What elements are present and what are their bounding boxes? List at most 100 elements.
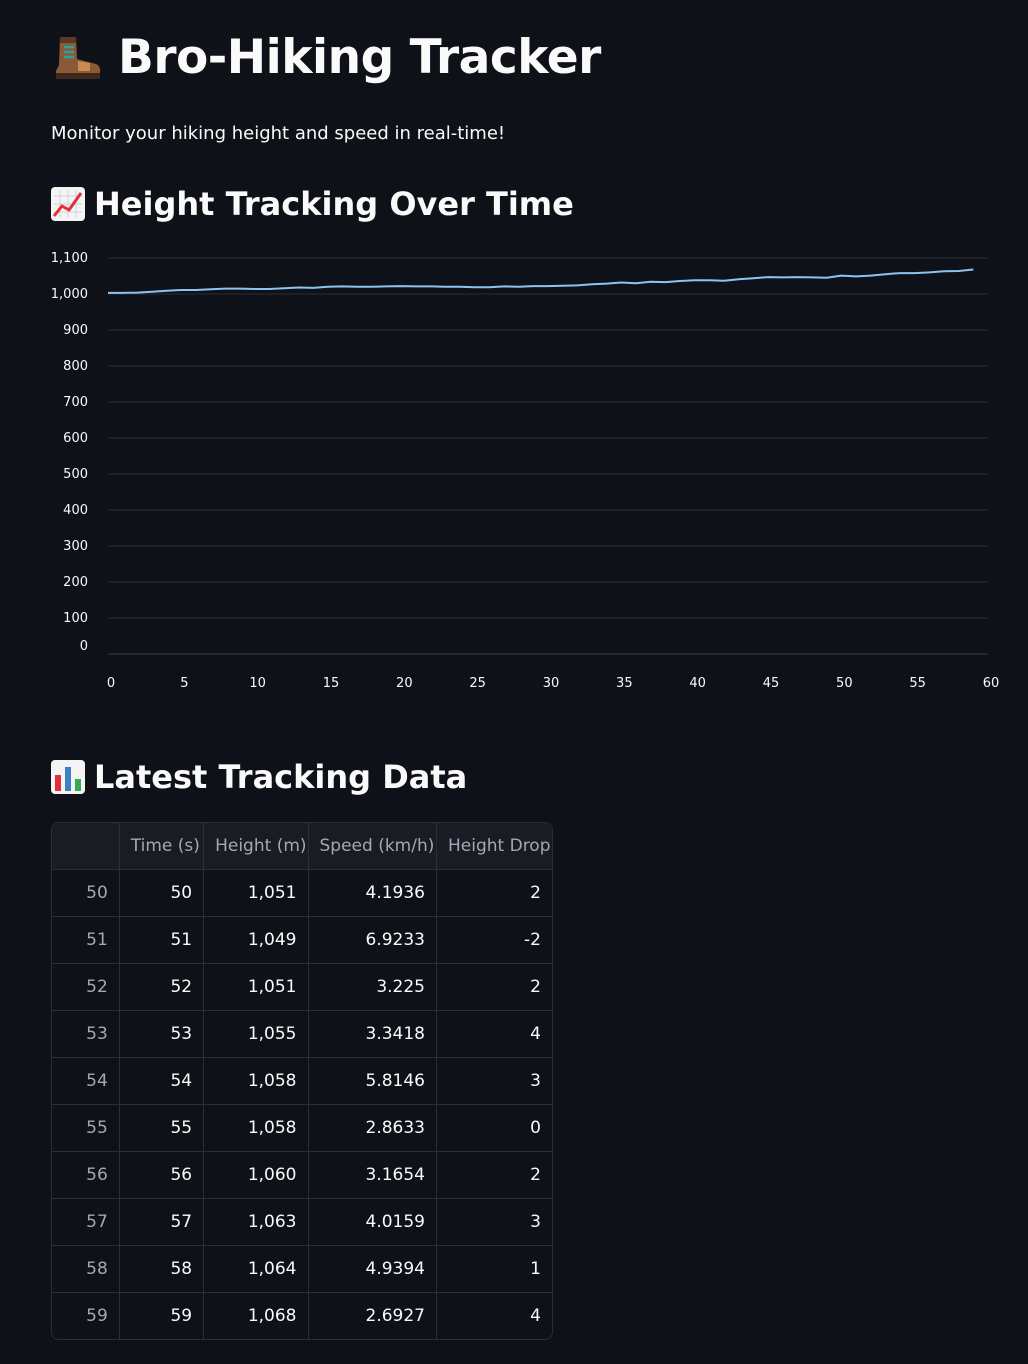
table-cell[interactable]: -2 <box>436 916 552 964</box>
row-index-cell[interactable]: 50 <box>52 869 120 917</box>
table-row: 55 55 1,058 2.8633 0 <box>52 1104 552 1152</box>
row-index-cell[interactable]: 55 <box>52 1104 120 1152</box>
table-cell[interactable]: 3.225 <box>308 963 437 1011</box>
page-subtitle: Monitor your hiking height and speed in … <box>51 123 506 144</box>
table-row: 59 59 1,068 2.6927 4 <box>52 1292 553 1340</box>
table-cell[interactable]: 54 <box>119 1057 205 1105</box>
y-tick-label: 400 <box>63 503 88 518</box>
table-cell[interactable]: 58 <box>119 1245 205 1293</box>
table-cell[interactable]: 1,063 <box>203 1198 309 1246</box>
x-tick-label: 0 <box>107 676 115 691</box>
table-row: 53 53 1,055 3.3418 4 <box>52 1010 552 1058</box>
table-cell[interactable]: 1 <box>436 1245 552 1293</box>
table-cell[interactable]: 1,051 <box>203 963 309 1011</box>
row-index-cell[interactable]: 53 <box>52 1010 120 1058</box>
x-tick-label: 30 <box>543 676 560 691</box>
height-line-chart: 0 100 200 300 400 500 600 700 800 900 1,000 1,100 0 5… <box>51 251 1000 691</box>
table-cell[interactable]: 3 <box>436 1057 552 1105</box>
row-index-cell[interactable]: 54 <box>52 1057 120 1105</box>
table-cell[interactable]: 53 <box>119 1010 205 1058</box>
x-tick-label: 5 <box>180 676 188 691</box>
page-title-text: Bro-Hiking Tracker <box>118 30 601 85</box>
x-tick-label: 40 <box>689 676 706 691</box>
table-cell[interactable]: 2 <box>436 963 552 1011</box>
table-column-header[interactable]: Speed (km/h) <box>308 823 437 870</box>
table-header-row: Time (s) Height (m) Speed (km/h) Height Dro… <box>52 823 552 870</box>
table-cell[interactable]: 1,060 <box>203 1151 309 1199</box>
table-cell[interactable]: 3.1654 <box>308 1151 437 1199</box>
x-tick-label: 60 <box>983 676 1000 691</box>
table-cell[interactable]: 1,058 <box>203 1104 309 1152</box>
table-cell[interactable]: 6.9233 <box>308 916 437 964</box>
x-tick-label: 25 <box>469 676 486 691</box>
row-index-cell[interactable]: 56 <box>52 1151 120 1199</box>
table-cell[interactable]: 1,068 <box>203 1292 309 1339</box>
table-cell[interactable]: 1,058 <box>203 1057 309 1105</box>
table-cell[interactable]: 3.3418 <box>308 1010 437 1058</box>
table-section-title: Latest Tracking Data <box>94 758 468 796</box>
y-tick-label: 300 <box>63 539 88 554</box>
row-index-cell[interactable]: 59 <box>52 1292 120 1339</box>
y-tick-label: 500 <box>63 467 88 482</box>
table-cell[interactable]: 2.6927 <box>308 1292 437 1339</box>
table-cell[interactable]: 2 <box>436 869 552 917</box>
table-cell[interactable]: 50 <box>119 869 205 917</box>
height-series-line[interactable] <box>108 268 974 294</box>
x-tick-label: 45 <box>763 676 780 691</box>
table-column-header[interactable]: Height Drop <box>436 823 552 870</box>
bar-chart-icon <box>51 760 85 794</box>
x-tick-label: 50 <box>836 676 853 691</box>
y-tick-label: 1,000 <box>51 287 88 302</box>
table-column-header[interactable]: Time (s) <box>119 823 205 870</box>
y-tick-label: 800 <box>63 359 88 374</box>
table-cell[interactable]: 51 <box>119 916 205 964</box>
chart-increasing-icon <box>51 187 85 221</box>
table-cell[interactable]: 4.1936 <box>308 869 437 917</box>
x-tick-label: 15 <box>323 676 340 691</box>
table-row: 58 58 1,064 4.9394 1 <box>52 1245 552 1293</box>
y-tick-label: 100 <box>63 611 88 626</box>
row-index-cell[interactable]: 57 <box>52 1198 120 1246</box>
y-tick-label: 1,100 <box>51 251 88 266</box>
chart-section-header: Height Tracking Over Time <box>50 185 574 223</box>
table-cell[interactable]: 3 <box>436 1198 552 1246</box>
y-tick-label: 200 <box>63 575 88 590</box>
table-cell[interactable]: 4.0159 <box>308 1198 437 1246</box>
table-cell[interactable]: 2.8633 <box>308 1104 437 1152</box>
table-cell[interactable]: 0 <box>436 1104 552 1152</box>
row-index-cell[interactable]: 52 <box>52 963 120 1011</box>
table-row: 52 52 1,051 3.225 2 <box>52 963 552 1011</box>
table-row: 50 50 1,051 4.1936 2 <box>52 869 552 917</box>
table-cell[interactable]: 52 <box>119 963 205 1011</box>
row-index-cell[interactable]: 51 <box>52 916 120 964</box>
table-cell[interactable]: 1,049 <box>203 916 309 964</box>
table-cell[interactable]: 4.9394 <box>308 1245 437 1293</box>
table-cell[interactable]: 1,055 <box>203 1010 309 1058</box>
table-cell[interactable]: 1,064 <box>203 1245 309 1293</box>
y-tick-label: 700 <box>63 395 88 410</box>
table-column-header[interactable] <box>52 823 120 870</box>
table-cell[interactable]: 56 <box>119 1151 205 1199</box>
row-index-cell[interactable]: 58 <box>52 1245 120 1293</box>
table-row: 54 54 1,058 5.8146 3 <box>52 1057 552 1105</box>
table-row: 56 56 1,060 3.1654 2 <box>52 1151 552 1199</box>
tracking-data-table: Time (s) Height (m) Speed (km/h) Height Dro… <box>51 822 553 1340</box>
table-cell[interactable]: 5.8146 <box>308 1057 437 1105</box>
table-cell[interactable]: 4 <box>437 1293 553 1340</box>
x-tick-label: 35 <box>616 676 633 691</box>
hiking-boot-icon <box>56 36 101 79</box>
page-title: Bro-Hiking Tracker <box>50 30 601 85</box>
y-tick-label: 900 <box>63 323 88 338</box>
x-tick-label: 55 <box>909 676 926 691</box>
table-column-header[interactable]: Height (m) <box>203 823 309 870</box>
chart-section-title: Height Tracking Over Time <box>94 185 574 223</box>
table-cell[interactable]: 1,051 <box>203 869 309 917</box>
table-cell[interactable]: 57 <box>119 1198 205 1246</box>
x-tick-label: 20 <box>396 676 413 691</box>
table-cell[interactable]: 2 <box>436 1151 552 1199</box>
table-row: 57 57 1,063 4.0159 3 <box>52 1198 552 1246</box>
table-cell[interactable]: 55 <box>119 1104 205 1152</box>
table-cell[interactable]: 59 <box>119 1292 205 1339</box>
x-tick-label: 10 <box>249 676 266 691</box>
table-cell[interactable]: 4 <box>436 1010 552 1058</box>
